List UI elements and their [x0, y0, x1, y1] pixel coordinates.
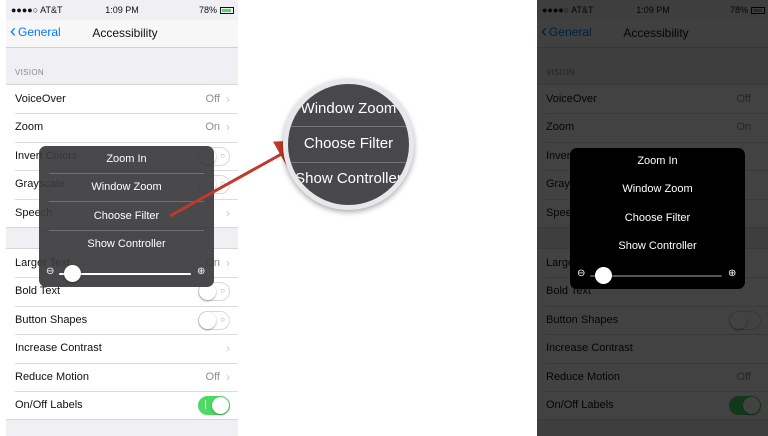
magnifier-callout: Window Zoom Choose Filter Show Controlle…: [283, 79, 414, 210]
window-zoom-option[interactable]: Window Zoom: [570, 183, 745, 195]
zoom-in-icon: ⊕: [728, 268, 737, 279]
zoom-out-icon: ⊖: [577, 268, 586, 279]
zoom-menu: Zoom In Window Zoom Choose Filter Show C…: [570, 148, 745, 289]
magnified-choose-filter: Choose Filter: [303, 135, 394, 152]
zoom-in-option[interactable]: Zoom In: [570, 155, 745, 167]
show-controller-option[interactable]: Show Controller: [570, 240, 745, 252]
zoom-slider-knob[interactable]: [594, 267, 612, 284]
magnified-show-controller: Show Controller: [295, 170, 402, 187]
magnified-divider: [288, 126, 409, 127]
phone-screen-filtered: ●●●●○ AT&T 1:09 PM 78% ‹ General Accessi…: [537, 0, 768, 436]
choose-filter-option[interactable]: Choose Filter: [570, 212, 745, 224]
magnified-window-zoom: Window Zoom: [300, 100, 397, 117]
magnified-divider: [288, 162, 409, 163]
